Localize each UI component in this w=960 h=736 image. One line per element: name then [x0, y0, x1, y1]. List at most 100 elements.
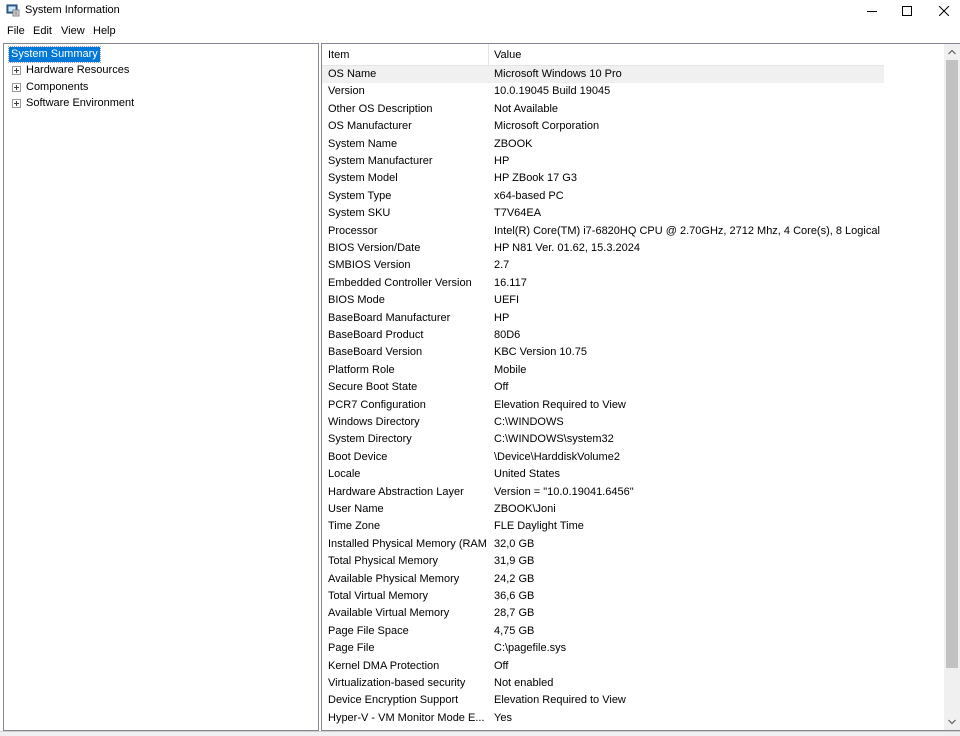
cell-value: 16.117 [494, 276, 527, 289]
cell-item: Processor [328, 224, 378, 237]
expand-icon[interactable] [12, 66, 21, 75]
table-row[interactable]: Available Virtual Memory 28,7 GB [322, 605, 884, 622]
cell-value: 36,6 GB [494, 590, 535, 602]
table-row[interactable]: Hardware Abstraction Layer Version = "10.… [322, 484, 884, 501]
scroll-down-button[interactable] [944, 714, 960, 730]
table-row[interactable]: Total Physical Memory 31,9 GB [322, 553, 884, 570]
cell-item: Version [328, 85, 365, 98]
list-header: Item Value [322, 44, 884, 66]
window-title: System Information [25, 4, 120, 16]
tree-item-software-environment[interactable]: Software Environment [4, 97, 304, 113]
table-row[interactable]: SMBIOS Version 2.7 [322, 257, 884, 274]
cell-value: Version = "10.0.19041.6456" [494, 485, 634, 498]
cell-value: Elevation Required to View [494, 694, 626, 707]
table-row[interactable]: Embedded Controller Version 16.117 [322, 275, 884, 292]
minimize-button[interactable] [856, 0, 888, 22]
table-row[interactable]: Platform Role Mobile [322, 362, 884, 379]
table-row[interactable]: User Name ZBOOK\Joni [322, 501, 884, 518]
cell-value: Not Available [494, 102, 559, 115]
close-button[interactable] [928, 0, 960, 22]
column-header-item[interactable]: Item [328, 49, 349, 61]
cell-item: Installed Physical Memory (RAM) [328, 537, 486, 550]
table-row[interactable]: Windows Directory C:\WINDOWS [322, 414, 884, 431]
cell-value: Mobile [494, 363, 527, 376]
table-row[interactable]: OS Name Microsoft Windows 10 Pro [322, 66, 884, 84]
tree-item-components[interactable]: Components [4, 81, 304, 97]
tree-item-hardware-resources[interactable]: Hardware Resources [4, 64, 304, 80]
table-row[interactable]: Available Physical Memory 24,2 GB [322, 571, 884, 588]
menu-help[interactable]: Help [93, 25, 116, 37]
cell-item: Embedded Controller Version [328, 276, 472, 289]
cell-value: UEFI [494, 294, 520, 307]
table-row[interactable]: System Name ZBOOK [322, 136, 884, 153]
tree-item-label: Hardware Resources [26, 64, 130, 76]
table-row[interactable]: System Directory C:\WINDOWS\system32 [322, 431, 884, 448]
table-row[interactable]: OS Manufacturer Microsoft Corporation [322, 118, 884, 135]
cell-value: Microsoft Windows 10 Pro [494, 68, 622, 80]
table-row[interactable]: Page File C:\pagefile.sys [322, 640, 884, 657]
cell-item: System Name [328, 137, 398, 150]
tree-item-system-summary[interactable]: System Summary [8, 46, 101, 63]
table-row[interactable]: Device Encryption Support Elevation Requi… [322, 692, 884, 709]
table-row[interactable]: BaseBoard Version KBC Version 10.75 [322, 344, 884, 361]
table-row[interactable]: Secure Boot State Off [322, 379, 884, 396]
category-tree[interactable]: System Summary Hardware Resources Compon… [3, 43, 319, 731]
table-row[interactable]: Kernel DMA Protection Off [322, 658, 884, 675]
table-row[interactable]: System Model HP ZBook 17 G3 [322, 170, 884, 187]
table-row[interactable]: System Manufacturer HP [322, 153, 884, 170]
maximize-icon [902, 6, 912, 16]
vertical-scrollbar[interactable] [944, 44, 960, 730]
table-row[interactable]: Processor Intel(R) Core(TM) i7-6820HQ CPU… [322, 223, 884, 240]
cell-value: HP N81 Ver. 01.62, 15.3.2024 [494, 242, 640, 254]
cell-value: 32,0 GB [494, 537, 535, 550]
table-row[interactable]: Time Zone FLE Daylight Time [322, 518, 884, 535]
scroll-up-button[interactable] [944, 44, 960, 60]
table-row[interactable]: System Type x64-based PC [322, 188, 884, 205]
table-row[interactable]: BaseBoard Product 80D6 [322, 327, 884, 344]
table-row[interactable]: Page File Space 4,75 GB [322, 623, 884, 640]
cell-item: Hyper-V - VM Monitor Mode E... [328, 711, 485, 724]
cell-value: Intel(R) Core(TM) i7-6820HQ CPU @ 2.70GH… [494, 224, 880, 237]
column-divider[interactable] [488, 44, 489, 66]
table-row[interactable]: BaseBoard Manufacturer HP [322, 310, 884, 327]
table-row[interactable]: System SKU T7V64EA [322, 205, 884, 222]
table-row[interactable]: Locale United States [322, 466, 884, 483]
bottom-bar [0, 731, 960, 736]
menu-view[interactable]: View [61, 25, 85, 37]
cell-item: Available Physical Memory [328, 572, 460, 585]
cell-item: System Manufacturer [328, 155, 433, 167]
cell-item: Windows Directory [328, 416, 420, 428]
cell-item: BaseBoard Product [328, 329, 424, 341]
expand-icon[interactable] [12, 99, 21, 108]
table-row[interactable]: Total Virtual Memory 36,6 GB [322, 588, 884, 605]
cell-item: BIOS Mode [328, 294, 385, 307]
cell-value: Off [494, 659, 509, 672]
expand-icon[interactable] [12, 83, 21, 92]
table-row[interactable]: Hyper-V - VM Monitor Mode E... Yes [322, 710, 884, 727]
cell-value: ZBOOK [494, 137, 533, 150]
table-row[interactable]: Virtualization-based security Not enabled [322, 675, 884, 692]
chevron-down-icon [948, 719, 956, 725]
table-row[interactable]: Boot Device \Device\HarddiskVolume2 [322, 449, 884, 466]
details-list[interactable]: Item Value OS Name Microsoft Windows 10 P… [321, 43, 960, 731]
table-row[interactable]: BIOS Mode UEFI [322, 292, 884, 309]
table-row[interactable]: Other OS Description Not Available [322, 101, 884, 118]
maximize-button[interactable] [891, 0, 923, 22]
cell-value: Off [494, 381, 509, 394]
table-row[interactable]: BIOS Version/Date HP N81 Ver. 01.62, 15.3… [322, 240, 884, 257]
tree-item-label: Components [26, 81, 89, 93]
cell-value: United States [494, 468, 561, 481]
table-row[interactable]: PCR7 Configuration Elevation Required to … [322, 397, 884, 414]
table-row[interactable]: Version 10.0.19045 Build 19045 [322, 83, 884, 100]
cell-item: Page File [328, 642, 375, 655]
menu-edit[interactable]: Edit [33, 25, 52, 37]
cell-item: Platform Role [328, 363, 395, 376]
cell-value: T7V64EA [494, 207, 542, 220]
menu-bar: File Edit View Help [0, 22, 960, 40]
column-header-value[interactable]: Value [494, 49, 521, 61]
cell-value: x64-based PC [494, 189, 564, 202]
scrollbar-thumb[interactable] [946, 60, 958, 668]
menu-file[interactable]: File [7, 25, 25, 37]
table-row[interactable]: Installed Physical Memory (RAM) 32,0 GB [322, 536, 884, 553]
cell-item: System Type [328, 189, 392, 202]
